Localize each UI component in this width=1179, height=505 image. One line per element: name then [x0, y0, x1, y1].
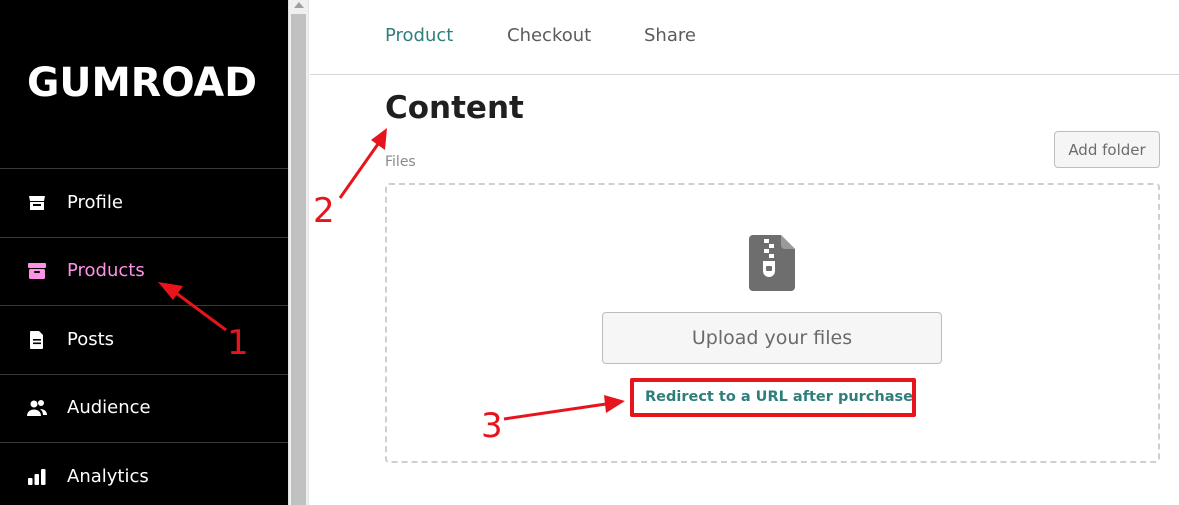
users-icon	[27, 400, 47, 417]
store-icon	[29, 195, 45, 210]
zip-file-icon	[749, 235, 795, 291]
tab-product[interactable]: Product	[385, 25, 453, 46]
bar-chart-icon	[28, 468, 46, 485]
logo-text: GUMROAD	[27, 60, 257, 104]
tab-bar: Product Checkout Share	[310, 0, 1179, 75]
add-folder-button[interactable]: Add folder	[1054, 131, 1160, 168]
files-label: Files	[385, 154, 416, 170]
page-title: Content	[385, 90, 524, 126]
tab-share[interactable]: Share	[644, 25, 696, 46]
archive-box-icon	[28, 263, 46, 280]
scroll-up-arrow-icon[interactable]	[294, 2, 304, 8]
sidebar-item-label: Profile	[67, 191, 123, 213]
document-icon	[30, 330, 43, 349]
scroll-thumb[interactable]	[291, 14, 306, 505]
sidebar-item-label: Products	[67, 260, 145, 282]
gumroad-logo[interactable]: GUMROAD	[27, 60, 267, 104]
upload-files-button[interactable]: Upload your files	[602, 312, 942, 364]
sidebar-item-products[interactable]: Products	[0, 236, 288, 306]
sidebar-item-label: Audience	[67, 397, 151, 419]
sidebar-item-posts[interactable]: Posts	[0, 305, 288, 374]
sidebar: GUMROAD Profile Products Posts Audience …	[0, 0, 288, 505]
sidebar-item-analytics[interactable]: Analytics	[0, 442, 288, 505]
sidebar-item-label: Analytics	[67, 465, 149, 487]
sidebar-nav: Profile Products Posts Audience Analytic…	[0, 168, 288, 505]
tab-checkout[interactable]: Checkout	[507, 25, 591, 46]
sidebar-item-label: Posts	[67, 328, 115, 350]
annotation-highlight-box	[630, 378, 916, 417]
sidebar-item-profile[interactable]: Profile	[0, 168, 288, 237]
vertical-scrollbar[interactable]	[288, 0, 309, 505]
annotation-number-2: 2	[313, 191, 335, 231]
sidebar-item-audience[interactable]: Audience	[0, 373, 288, 443]
annotation-arrow-2	[338, 128, 387, 199]
